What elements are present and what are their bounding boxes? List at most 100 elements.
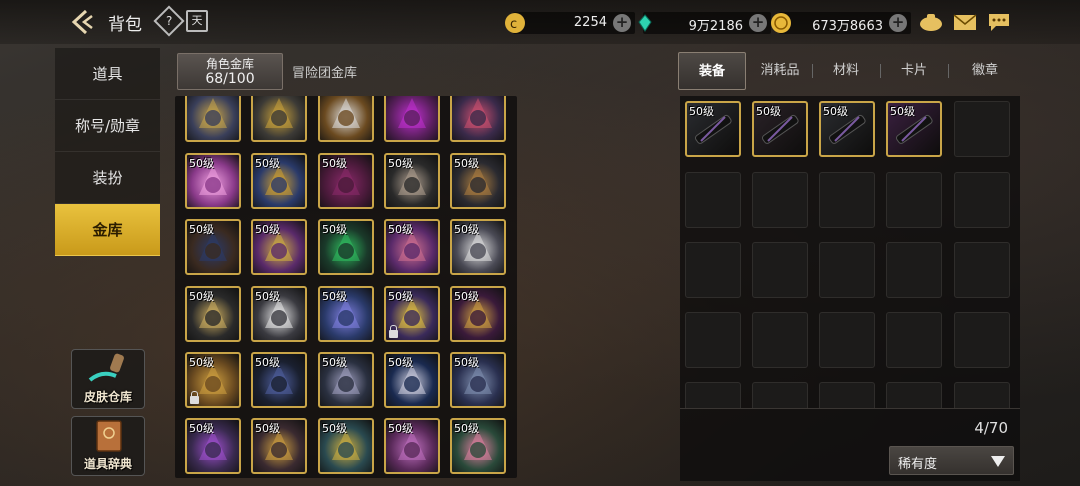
item-level: 50级 xyxy=(322,223,347,236)
vault-item-slot[interactable] xyxy=(384,96,440,142)
vault-item-slot[interactable]: 50级 xyxy=(185,153,241,209)
crystal-icon xyxy=(635,13,655,33)
help-icon[interactable]: ? xyxy=(153,5,185,37)
sidebar-item-vault[interactable]: 金库 xyxy=(55,204,160,256)
back-arrow-icon[interactable] xyxy=(70,8,100,36)
sort-dropdown[interactable]: 稀有度 xyxy=(889,446,1014,475)
vault-item-slot[interactable]: 50级 xyxy=(318,286,374,342)
vault-item-slot[interactable]: 50级 xyxy=(450,418,506,474)
equipment-item-slot[interactable]: 50级 xyxy=(886,101,942,157)
vault-item-slot[interactable] xyxy=(185,96,241,142)
vault-item-slot[interactable]: 50级 xyxy=(185,286,241,342)
currency-gold-coin: c 2254 + xyxy=(505,12,635,34)
vault-item-slot[interactable]: 50级 xyxy=(251,219,307,275)
vault-item-slot[interactable]: 50级 xyxy=(251,153,307,209)
vault-item-slot[interactable]: 50级 xyxy=(384,418,440,474)
equipment-item-slot[interactable]: 50级 xyxy=(752,101,808,157)
item-level: 50级 xyxy=(388,356,413,369)
item-level: 50级 xyxy=(322,356,347,369)
equipment-item-slot[interactable]: 50级 xyxy=(685,101,741,157)
vault-item-slot[interactable]: 50级 xyxy=(318,352,374,408)
item-level: 50级 xyxy=(189,356,214,369)
top-bar: 背包 ? 天 c 2254 + 9万2186 + 673万8663 + xyxy=(0,0,1080,44)
vault-item-slot[interactable]: 50级 xyxy=(384,286,440,342)
vault-item-slot[interactable]: 50级 xyxy=(384,153,440,209)
tab-character-vault[interactable]: 角色金库 68/100 xyxy=(177,53,283,90)
tab-badges[interactable]: 徽章 xyxy=(952,52,1018,90)
vault-item-slot[interactable]: 50级 xyxy=(185,418,241,474)
item-level: 50级 xyxy=(689,105,714,118)
skin-storage-button[interactable]: 皮肤仓库 xyxy=(71,349,145,409)
crystal-value: 9万2186 xyxy=(688,19,743,34)
gold-medal-value: 673万8663 xyxy=(812,19,883,34)
empty-slot xyxy=(954,242,1010,298)
tab-materials[interactable]: 材料 xyxy=(816,52,876,90)
vault-item-slot[interactable] xyxy=(450,96,506,142)
item-art xyxy=(253,96,305,140)
empty-slot xyxy=(685,382,741,408)
vault-item-slot[interactable] xyxy=(318,96,374,142)
mail-icon[interactable] xyxy=(952,11,978,33)
vault-item-slot[interactable]: 50级 xyxy=(384,219,440,275)
add-gold-coin-button[interactable]: + xyxy=(613,14,631,32)
chat-icon[interactable] xyxy=(986,11,1012,33)
vault-item-slot[interactable]: 50级 xyxy=(450,153,506,209)
item-dictionary-button[interactable]: 道具辞典 xyxy=(71,416,145,476)
item-level: 50级 xyxy=(454,356,479,369)
tab-adventure-vault[interactable]: 冒险团金库 xyxy=(292,62,357,81)
vault-item-slot[interactable]: 50级 xyxy=(384,352,440,408)
vault-item-slot[interactable]: 50级 xyxy=(185,219,241,275)
empty-slot xyxy=(954,101,1010,157)
empty-slot xyxy=(752,312,808,368)
sidebar-item-items[interactable]: 道具 xyxy=(55,48,160,100)
empty-slot xyxy=(954,312,1010,368)
add-crystal-button[interactable]: + xyxy=(749,14,767,32)
help-glyph: ? xyxy=(165,14,173,28)
empty-slot xyxy=(752,382,808,408)
vault-item-slot[interactable]: 50级 xyxy=(450,219,506,275)
sidebar-item-titles-medals[interactable]: 称号/勋章 xyxy=(55,100,160,152)
vault-item-slot[interactable]: 50级 xyxy=(251,418,307,474)
vault-item-slot[interactable]: 50级 xyxy=(318,418,374,474)
empty-slot xyxy=(886,242,942,298)
item-level: 50级 xyxy=(255,290,280,303)
sidebar-item-costumes[interactable]: 装扮 xyxy=(55,152,160,204)
item-level: 50级 xyxy=(255,422,280,435)
vault-item-slot[interactable]: 50级 xyxy=(185,352,241,408)
tab-equipment[interactable]: 装备 xyxy=(678,52,746,90)
vault-item-slot[interactable]: 50级 xyxy=(318,219,374,275)
tab-cards[interactable]: 卡片 xyxy=(884,52,944,90)
empty-slot xyxy=(685,312,741,368)
vault-item-slot[interactable]: 50级 xyxy=(318,153,374,209)
tab-consumables[interactable]: 消耗品 xyxy=(750,52,810,90)
vault-item-slot[interactable]: 50级 xyxy=(251,286,307,342)
vault-item-slot[interactable] xyxy=(251,96,307,142)
brush-icon xyxy=(88,353,124,382)
empty-slot xyxy=(752,172,808,228)
item-level: 50级 xyxy=(322,422,347,435)
treasure-pot-icon[interactable] xyxy=(918,11,944,33)
vault-item-slot[interactable]: 50级 xyxy=(450,352,506,408)
currency-gold-medal: 673万8663 + xyxy=(771,12,911,34)
empty-slot xyxy=(886,382,942,408)
equipment-count: 4/70 xyxy=(974,419,1008,437)
item-level: 50级 xyxy=(890,105,915,118)
equipment-item-slot[interactable]: 50级 xyxy=(819,101,875,157)
equipment-grid[interactable]: 50级 50级 50级 50级 xyxy=(680,96,1020,408)
item-level: 50级 xyxy=(756,105,781,118)
empty-slot xyxy=(886,312,942,368)
item-level: 50级 xyxy=(255,223,280,236)
empty-slot xyxy=(819,172,875,228)
item-dictionary-label: 道具辞典 xyxy=(83,457,132,471)
vault-item-slot[interactable]: 50级 xyxy=(251,352,307,408)
item-art xyxy=(187,96,239,140)
vault-item-slot[interactable]: 50级 xyxy=(450,286,506,342)
item-level: 50级 xyxy=(388,422,413,435)
calendar-icon[interactable]: 天 xyxy=(186,10,208,32)
page-title: 背包 xyxy=(108,15,142,35)
add-gold-medal-button[interactable]: + xyxy=(889,14,907,32)
tab-divider xyxy=(948,64,949,78)
vault-grid[interactable]: 50级 50级 50级 50级 50级 50级 50级 50级 50级 50级 50级 50级 50级 5… xyxy=(175,96,517,478)
tab-divider xyxy=(880,64,881,78)
sort-label: 稀有度 xyxy=(898,457,938,472)
